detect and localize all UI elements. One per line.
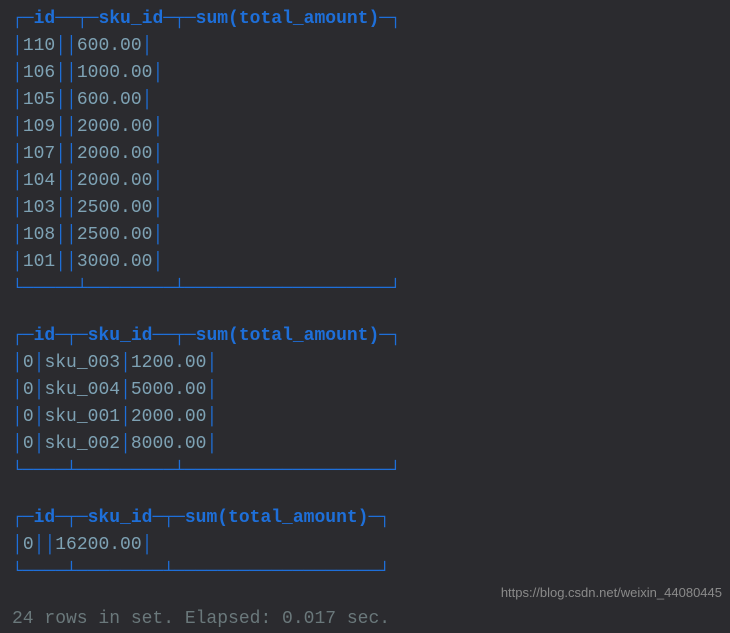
result-table-1: ┌─id──┬─sku_id─┬─sum(total_amount)─┐│ 11… (12, 6, 401, 303)
table-footer: └────┴─────────┴───────────────────┘ (12, 458, 401, 485)
table-row: │ 104 │ │ 2000.00 │ (12, 168, 401, 195)
result-table-3: ┌─id─┬─sku_id─┬─sum(total_amount)─┐│ 0 │… (12, 505, 390, 586)
table-header: ┌─id─┬─sku_id──┬─sum(total_amount)─┐ (12, 323, 401, 350)
table-row: │ 109 │ │ 2000.00 │ (12, 114, 401, 141)
table-row: │ 105 │ │ 600.00 │ (12, 87, 401, 114)
table-row: │ 108 │ │ 2500.00 │ (12, 222, 401, 249)
table-row: │ 107 │ │ 2000.00 │ (12, 141, 401, 168)
result-table-2: ┌─id─┬─sku_id──┬─sum(total_amount)─┐│ 0 … (12, 323, 401, 485)
table-row: │ 110 │ │ 600.00 │ (12, 33, 401, 60)
table-row: │ 103 │ │ 2500.00 │ (12, 195, 401, 222)
table-row: │ 0 │ sku_004 │ 5000.00 │ (12, 377, 401, 404)
table-footer: └────┴────────┴───────────────────┘ (12, 559, 390, 586)
table-row: │ 0 │ sku_003 │ 1200.00 │ (12, 350, 401, 377)
table-row: │ 101 │ │ 3000.00 │ (12, 249, 401, 276)
table-header: ┌─id──┬─sku_id─┬─sum(total_amount)─┐ (12, 6, 401, 33)
table-row: │ 106 │ │ 1000.00 │ (12, 60, 401, 87)
watermark-text: https://blog.csdn.net/weixin_44080445 (501, 583, 722, 603)
table-row: │ 0 │ sku_001 │ 2000.00 │ (12, 404, 401, 431)
table-header: ┌─id─┬─sku_id─┬─sum(total_amount)─┐ (12, 505, 390, 532)
table-row: │ 0 │ sku_002 │ 8000.00 │ (12, 431, 401, 458)
table-row: │ 0 │ │ 16200.00 │ (12, 532, 390, 559)
table-footer: └─────┴────────┴───────────────────┘ (12, 276, 401, 303)
status-line: 24 rows in set. Elapsed: 0.017 sec. (12, 606, 730, 633)
